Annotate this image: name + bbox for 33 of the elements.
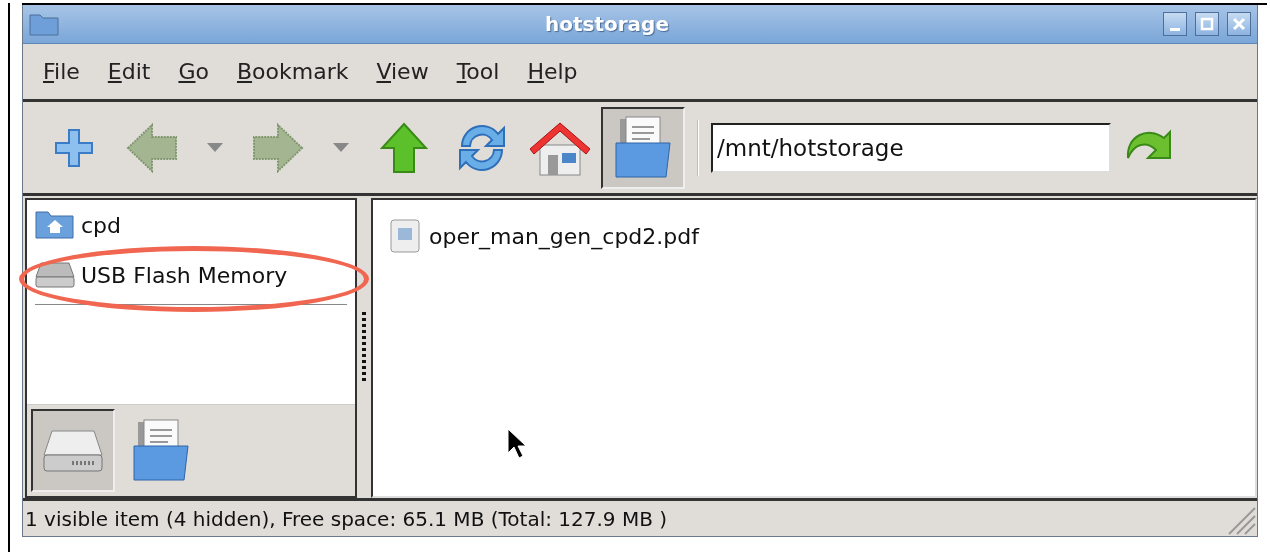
close-button[interactable] [1227,12,1251,36]
maximize-button[interactable] [1195,12,1219,36]
menu-item[interactable]: View [376,55,429,88]
mouse-pointer-icon [507,428,527,460]
places-tab[interactable] [31,409,115,492]
menu-item[interactable]: Edit [107,55,151,88]
close-icon [1232,17,1246,31]
drive-icon [35,261,75,289]
folder-icon [35,210,75,240]
status-text: 1 visible item (4 hidden), Free space: 65.1 MB (Total: 127.9 MB ) [25,505,669,533]
minimize-button[interactable] [1163,12,1187,36]
folder-view-button[interactable] [601,106,685,189]
minimize-icon [1170,27,1180,31]
location-field[interactable]: /mnt/hotstorage [711,122,1111,173]
sidebar-item[interactable]: USB Flash Memory [27,250,355,300]
menu-item[interactable]: File [43,55,80,88]
window-title: hotstorage [544,11,670,38]
caret-icon [207,142,223,153]
menu-item[interactable]: Bookmark [236,55,349,88]
caret-icon [333,142,349,153]
maximize-icon [1200,17,1214,31]
sidebar-item[interactable]: cpd [27,200,355,250]
left-arrow-icon [126,122,178,173]
folder-icon [29,11,59,37]
up-arrow-icon [380,121,428,174]
right-arrow-icon [252,122,304,173]
folder-icon [130,417,192,484]
file-entry[interactable]: oper_man_gen_cpd2.pdf [389,218,699,254]
folder-icon [612,114,674,181]
document-icon [389,218,421,254]
menu-item[interactable]: Go [178,55,209,88]
menu-item[interactable]: Help [527,55,578,88]
menu-item[interactable]: Tool [456,55,500,88]
